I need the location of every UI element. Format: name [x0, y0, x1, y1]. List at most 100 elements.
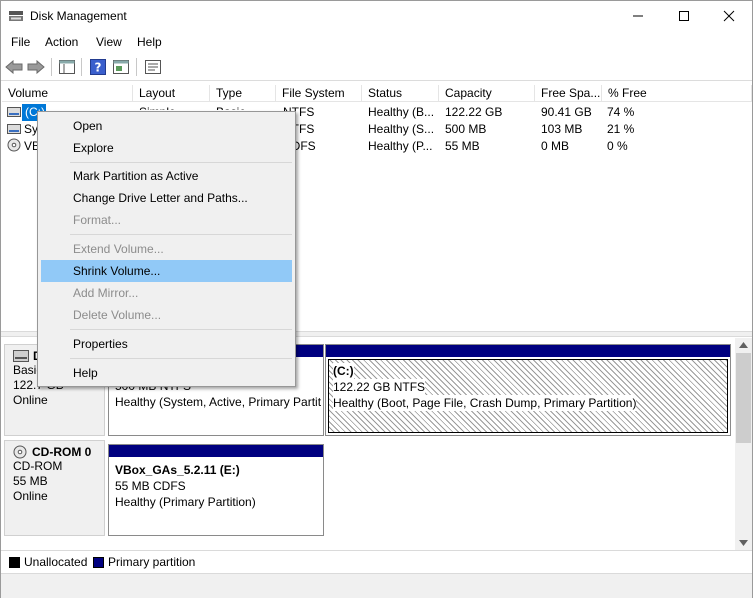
menu-item-extend-volume[interactable]: Extend Volume...	[41, 238, 292, 260]
percent-free-cell: 74 %	[607, 105, 635, 119]
column-header-percent-free[interactable]: % Free	[602, 85, 752, 102]
title-bar[interactable]: Disk Management	[1, 1, 752, 31]
menu-separator	[70, 234, 292, 235]
cd-drive-icon	[13, 445, 27, 459]
maximize-button[interactable]	[661, 1, 707, 31]
toolbar-separator	[136, 58, 137, 76]
cdrom-0-name: CD-ROM 0	[13, 445, 104, 459]
partition-status: Healthy (System, Active, Primary Partiti	[115, 395, 321, 409]
capacity-cell: 122.22 GB	[445, 105, 503, 119]
partition-status: Healthy (Primary Partition)	[115, 495, 256, 509]
cdrom-0-name-text: CD-ROM 0	[32, 445, 92, 459]
percent-free-cell: 0 %	[607, 139, 628, 153]
status-cell: Healthy (P...	[368, 139, 433, 153]
column-header-volume[interactable]: Volume	[2, 85, 133, 102]
status-cell: Healthy (S...	[368, 122, 435, 136]
cd-drive-icon	[7, 138, 21, 152]
graph-vertical-scrollbar[interactable]	[735, 338, 752, 550]
capacity-cell: 55 MB	[445, 139, 480, 153]
partition-details: VBox_GAs_5.2.11 (E:) 55 MB CDFS Healthy …	[111, 459, 321, 533]
scrollbar-thumb[interactable]	[736, 353, 751, 443]
properties-button[interactable]	[143, 57, 163, 77]
menu-action[interactable]: Action	[45, 35, 78, 49]
back-arrow-icon	[5, 60, 23, 74]
disk-icon	[13, 350, 29, 362]
capacity-cell: 500 MB	[445, 122, 487, 136]
legend: Unallocated Primary partition	[1, 550, 752, 572]
forward-arrow-icon	[27, 60, 45, 74]
free-space-cell: 0 MB	[541, 139, 570, 153]
minimize-icon	[633, 15, 643, 17]
menu-item-add-mirror[interactable]: Add Mirror...	[41, 282, 292, 304]
column-header-free-space[interactable]: Free Spa...	[535, 85, 602, 102]
disk-management-icon	[9, 11, 23, 21]
view-pane-icon	[113, 60, 129, 74]
toolbar-separator	[81, 58, 82, 76]
unallocated-swatch	[9, 557, 20, 568]
menu-separator	[70, 358, 292, 359]
help-icon: ?	[90, 59, 106, 75]
drive-icon	[7, 107, 21, 117]
cdrom-0-type: CD-ROM	[13, 459, 63, 473]
partition-details-selected: (C:) 122.22 GB NTFS Healthy (Boot, Page …	[328, 359, 728, 433]
back-button[interactable]	[4, 57, 24, 77]
menu-item-format[interactable]: Format...	[41, 209, 292, 231]
status-bar	[1, 573, 752, 598]
context-menu: Open Explore Mark Partition as Active Ch…	[37, 111, 296, 387]
window-title: Disk Management	[30, 9, 127, 23]
properties-icon	[145, 60, 161, 74]
toolbar: ?	[1, 53, 752, 81]
scroll-up-icon[interactable]	[739, 342, 748, 348]
help-button[interactable]: ?	[88, 57, 108, 77]
legend-unallocated: Unallocated	[24, 555, 88, 569]
show-hide-console-tree-button[interactable]	[57, 57, 77, 77]
column-header-capacity[interactable]: Capacity	[439, 85, 535, 102]
menu-item-mark-active[interactable]: Mark Partition as Active	[41, 165, 292, 187]
menu-item-explore[interactable]: Explore	[41, 137, 292, 159]
menu-item-properties[interactable]: Properties	[41, 333, 292, 355]
column-header-status[interactable]: Status	[362, 85, 439, 102]
partition-size-fs: 122.22 GB NTFS	[333, 379, 426, 395]
menu-bar: File Action View Help	[1, 32, 752, 52]
primary-partition-swatch	[93, 557, 104, 568]
scroll-down-icon[interactable]	[739, 540, 748, 546]
free-space-cell: 90.41 GB	[541, 105, 592, 119]
minimize-button[interactable]	[615, 1, 661, 31]
partition-size-fs: 55 MB CDFS	[115, 479, 186, 493]
menu-separator	[70, 329, 292, 330]
menu-view[interactable]: View	[96, 35, 122, 49]
partition-c-drive[interactable]: (C:) 122.22 GB NTFS Healthy (Boot, Page …	[325, 344, 731, 436]
partition-title: (C:)	[333, 363, 354, 379]
console-tree-icon	[59, 60, 75, 74]
maximize-icon	[679, 11, 689, 21]
menu-item-delete-volume[interactable]: Delete Volume...	[41, 304, 292, 326]
forward-button[interactable]	[26, 57, 46, 77]
column-header-layout[interactable]: Layout	[133, 85, 210, 102]
column-header-type[interactable]: Type	[210, 85, 276, 102]
column-header-file-system[interactable]: File System	[276, 85, 362, 102]
view-pane-button[interactable]	[111, 57, 131, 77]
cdrom-0-size: 55 MB	[13, 474, 48, 488]
primary-partition-bar	[326, 345, 730, 357]
status-cell: Healthy (B...	[368, 105, 435, 119]
menu-item-shrink-volume[interactable]: Shrink Volume...	[41, 260, 292, 282]
menu-item-open[interactable]: Open	[41, 115, 292, 137]
partition-vbox-gas[interactable]: VBox_GAs_5.2.11 (E:) 55 MB CDFS Healthy …	[108, 444, 324, 536]
menu-separator	[70, 162, 292, 163]
svg-text:?: ?	[95, 61, 102, 75]
primary-partition-bar	[109, 445, 323, 457]
drive-icon	[7, 124, 21, 134]
menu-item-help[interactable]: Help	[41, 362, 292, 384]
close-icon	[723, 10, 735, 22]
close-button[interactable]	[706, 1, 752, 31]
menu-file[interactable]: File	[11, 35, 30, 49]
cdrom-0-row: CD-ROM 0 CD-ROM 55 MB Online VBox_GAs_5.…	[4, 440, 731, 536]
legend-primary-partition: Primary partition	[108, 555, 196, 569]
menu-help[interactable]: Help	[137, 35, 162, 49]
cdrom-0-label[interactable]: CD-ROM 0 CD-ROM 55 MB Online	[4, 440, 105, 536]
partition-status: Healthy (Boot, Page File, Crash Dump, Pr…	[333, 395, 637, 411]
cdrom-0-state: Online	[13, 489, 48, 503]
toolbar-separator	[51, 58, 52, 76]
disk-0-state: Online	[13, 393, 48, 407]
menu-item-change-drive-letter[interactable]: Change Drive Letter and Paths...	[41, 187, 292, 209]
